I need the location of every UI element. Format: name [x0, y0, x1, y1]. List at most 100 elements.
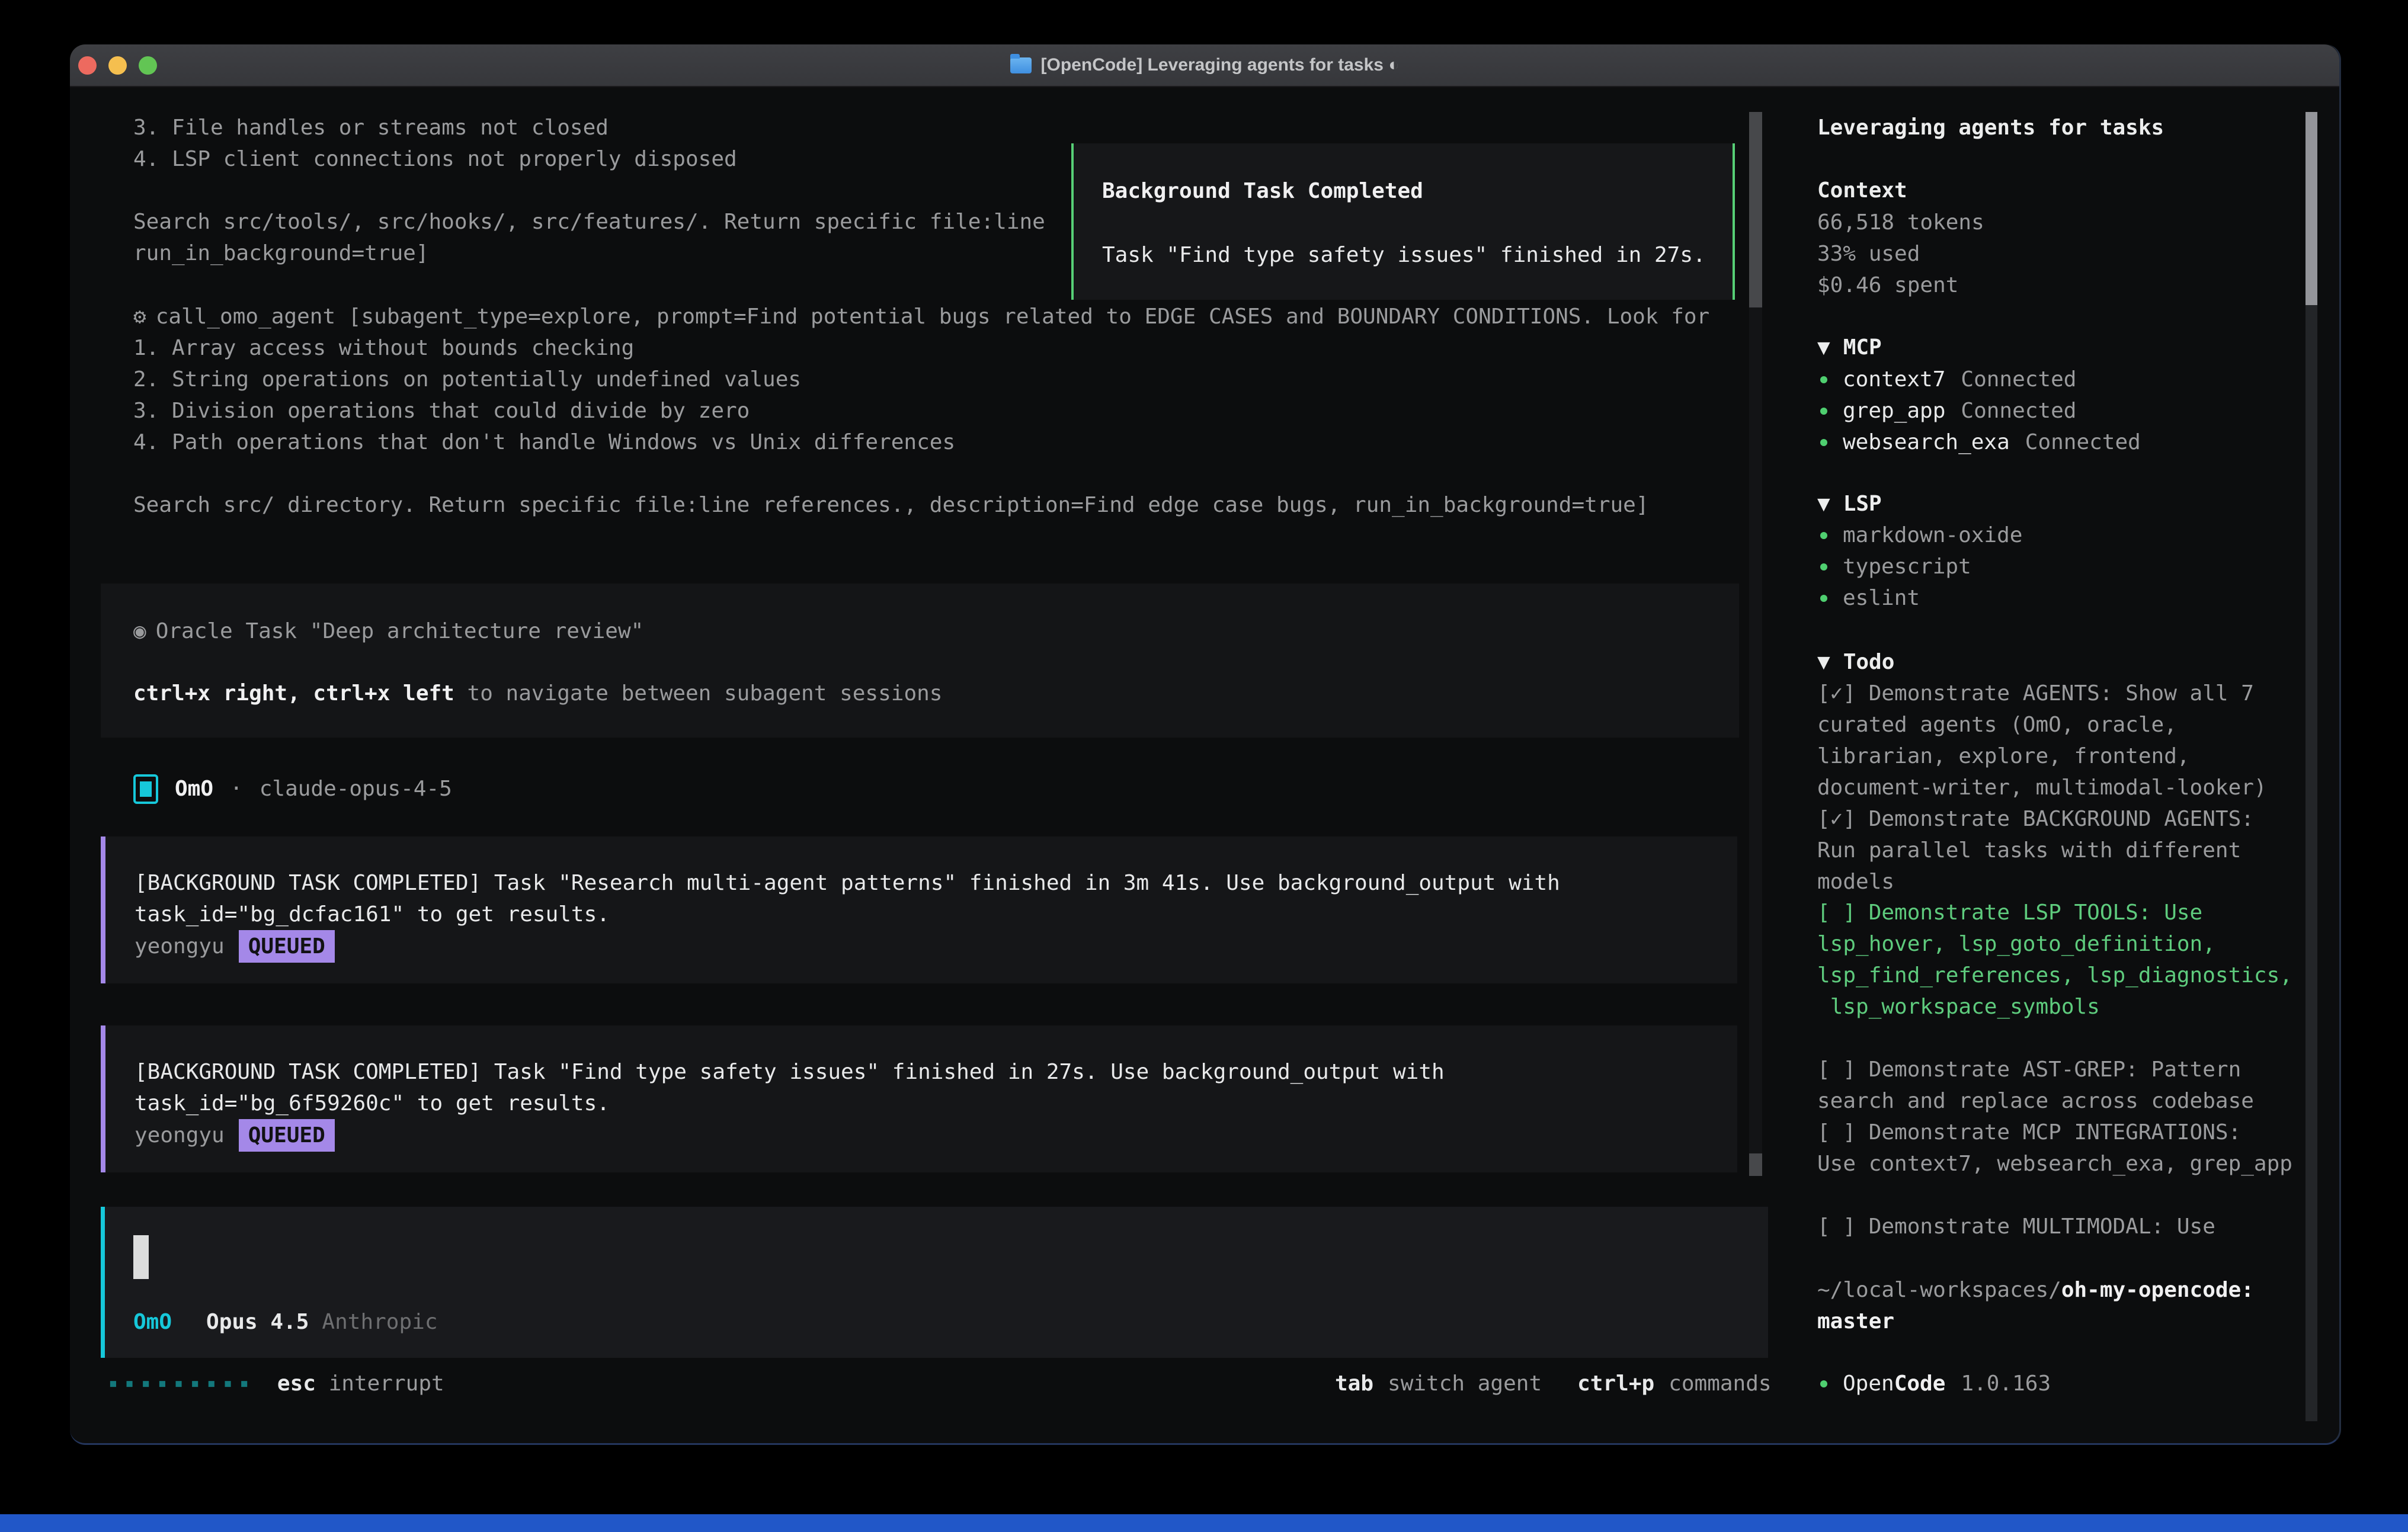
text-cursor	[133, 1235, 149, 1279]
lsp-item-name: eslint	[1843, 582, 1920, 614]
desktop: [OpenCode] Leveraging agents for tasks ◐…	[0, 0, 2408, 1532]
oracle-task-box: ◉ Oracle Task "Deep architecture review"…	[101, 584, 1739, 738]
mcp-item-name: context7	[1843, 364, 1945, 395]
todo-pending-items: [ ] Demonstrate AST-GREP: Pattern search…	[1817, 1054, 2309, 1180]
context-stats: 66,518 tokens 33% used $0.46 spent	[1817, 207, 1984, 301]
chevron-down-icon: ▼	[1817, 332, 1830, 363]
oracle-hint-keys: ctrl+x right, ctrl+x left	[133, 681, 454, 706]
sidebar-scrollbar[interactable]	[2305, 112, 2317, 1421]
lsp-heading: LSP	[1843, 488, 1882, 520]
cmd-key: ctrl+p	[1577, 1368, 1654, 1399]
lsp-item-name: typescript	[1843, 551, 1971, 582]
mcp-item-status: Connected	[1961, 395, 2076, 427]
task-card-line2: task_id="bg_6f59260c" to get results.	[135, 1088, 1737, 1119]
status-dot-icon	[1820, 595, 1827, 602]
input-agent-name: OmO	[133, 1306, 172, 1338]
oracle-task-title: Oracle Task "Deep architecture review"	[156, 616, 644, 647]
window-title: [OpenCode] Leveraging agents for tasks ◐	[1041, 55, 1400, 75]
task-card-line1: [BACKGROUND TASK COMPLETED] Task "Resear…	[135, 867, 1737, 899]
tab-label: switch agent	[1388, 1368, 1542, 1399]
terminal-scrollback-list: 1. Array access without bounds checking …	[133, 332, 1649, 521]
input-model-row: OmO Opus 4.5 Anthropic	[133, 1306, 1768, 1338]
todo-heading: Todo	[1843, 646, 1895, 678]
app-name-open: Open	[1843, 1371, 1894, 1396]
task-card-line1: [BACKGROUND TASK COMPLETED] Task "Find t…	[135, 1056, 1737, 1088]
todo-pending-more: [ ] Demonstrate MULTIMODAL: Use	[1817, 1211, 2309, 1242]
esc-hint: esc interrupt	[277, 1368, 444, 1399]
prompt-input[interactable]: OmO Opus 4.5 Anthropic	[101, 1207, 1768, 1358]
app-name-code: Code	[1894, 1371, 1946, 1396]
agent-name: OmO	[175, 773, 213, 805]
status-dot-icon	[1820, 563, 1827, 571]
status-badge: QUEUED	[239, 930, 335, 963]
agent-model: claude-opus-4-5	[260, 773, 452, 805]
mcp-item-status: Connected	[1961, 364, 2076, 395]
chevron-down-icon: ▼	[1817, 488, 1830, 520]
workspace-path: ~/local-workspaces/oh-my-opencode:	[1817, 1274, 2254, 1306]
mcp-item: websearch_exa Connected	[1820, 427, 2141, 458]
oracle-hint: ctrl+x right, ctrl+x left to navigate be…	[133, 678, 1739, 709]
oracle-task-title-row: ◉ Oracle Task "Deep architecture review"	[133, 616, 1739, 647]
input-model-name: Opus 4.5	[206, 1306, 309, 1338]
lsp-item: eslint	[1820, 582, 1920, 614]
oracle-hint-text: to navigate between subagent sessions	[454, 681, 943, 706]
status-badge: QUEUED	[239, 1119, 335, 1152]
notification-title: Background Task Completed	[1102, 175, 1733, 207]
folder-icon	[1010, 57, 1032, 73]
main-scrollbar-end[interactable]	[1749, 1153, 1762, 1176]
app-name: OpenCode	[1843, 1368, 1945, 1399]
mcp-item-name: websearch_exa	[1843, 427, 2010, 458]
task-card-line2: task_id="bg_dcfac161" to get results.	[135, 899, 1737, 930]
agent-checkbox-icon	[133, 774, 158, 804]
task-card-meta: yeongyu QUEUED	[135, 1119, 1737, 1152]
mcp-heading: MCP	[1843, 332, 1882, 363]
task-card: [BACKGROUND TASK COMPLETED] Task "Resear…	[101, 836, 1737, 983]
oracle-ring-icon: ◉	[133, 616, 146, 647]
status-dot-icon	[1820, 532, 1827, 539]
main-scrollbar-thumb[interactable]	[1749, 112, 1762, 307]
todo-completed-items: [✓] Demonstrate AGENTS: Show all 7 curat…	[1817, 678, 2309, 898]
maximize-button[interactable]	[139, 56, 157, 75]
close-button[interactable]	[78, 56, 97, 75]
workspace-path-prefix: ~/local-workspaces/	[1817, 1278, 2061, 1302]
lsp-item-name: markdown-oxide	[1843, 520, 2022, 551]
notification-body: Task "Find type safety issues" finished …	[1102, 239, 1733, 271]
status-dot-icon	[1820, 439, 1827, 446]
task-author: yeongyu	[135, 1123, 225, 1148]
minimize-button[interactable]	[108, 56, 127, 75]
task-author: yeongyu	[135, 934, 225, 959]
mcp-item: context7 Connected	[1820, 364, 2076, 395]
sidebar-scrollbar-thumb[interactable]	[2305, 112, 2317, 305]
statusbar-left: ▪▪▪▪▪▪▪▪▪ esc interrupt	[108, 1368, 444, 1399]
status-dot-icon	[1820, 408, 1827, 415]
workspace-repo: oh-my-opencode:	[2061, 1278, 2254, 1302]
lsp-section-header[interactable]: ▼ LSP	[1817, 488, 1882, 520]
lsp-item: typescript	[1820, 551, 1971, 582]
desktop-wallpaper-strip	[0, 1514, 2408, 1532]
status-dot-icon	[1820, 376, 1827, 383]
statusbar-right: tab switch agent ctrl+p commands	[1335, 1368, 1772, 1399]
lsp-item: markdown-oxide	[1820, 520, 2022, 551]
notification-toast[interactable]: Background Task Completed Task "Find typ…	[1071, 143, 1735, 300]
todo-section-header[interactable]: ▼ Todo	[1817, 646, 1894, 678]
main-scrollbar[interactable]	[1749, 112, 1762, 1176]
context-heading: Context	[1817, 175, 1907, 206]
task-card-meta: yeongyu QUEUED	[135, 930, 1737, 963]
status-dot-icon	[1820, 1380, 1827, 1387]
input-provider-name: Anthropic	[322, 1306, 437, 1338]
agent-header: OmO · claude-opus-4-5	[133, 773, 452, 805]
task-card: [BACKGROUND TASK COMPLETED] Task "Find t…	[101, 1025, 1737, 1172]
spinner-icon: ▪▪▪▪▪▪▪▪▪	[108, 1368, 256, 1399]
workspace-branch: master	[1817, 1306, 1894, 1337]
terminal-scrollback-top: 3. File handles or streams not closed 4.…	[133, 112, 1045, 269]
chevron-down-icon: ▼	[1817, 646, 1830, 678]
app-version-row: OpenCode 1.0.163	[1820, 1368, 2051, 1399]
window-titlebar[interactable]: [OpenCode] Leveraging agents for tasks ◐	[70, 44, 2339, 87]
mcp-item-status: Connected	[2025, 427, 2141, 458]
mcp-section-header[interactable]: ▼ MCP	[1817, 332, 1882, 363]
gear-icon: ⚙	[133, 301, 146, 332]
agent-separator: ·	[230, 773, 243, 805]
tool-call-line: ⚙ call_omo_agent [subagent_type=explore,…	[133, 301, 1709, 332]
esc-key: esc	[277, 1371, 316, 1396]
tab-key: tab	[1335, 1368, 1373, 1399]
